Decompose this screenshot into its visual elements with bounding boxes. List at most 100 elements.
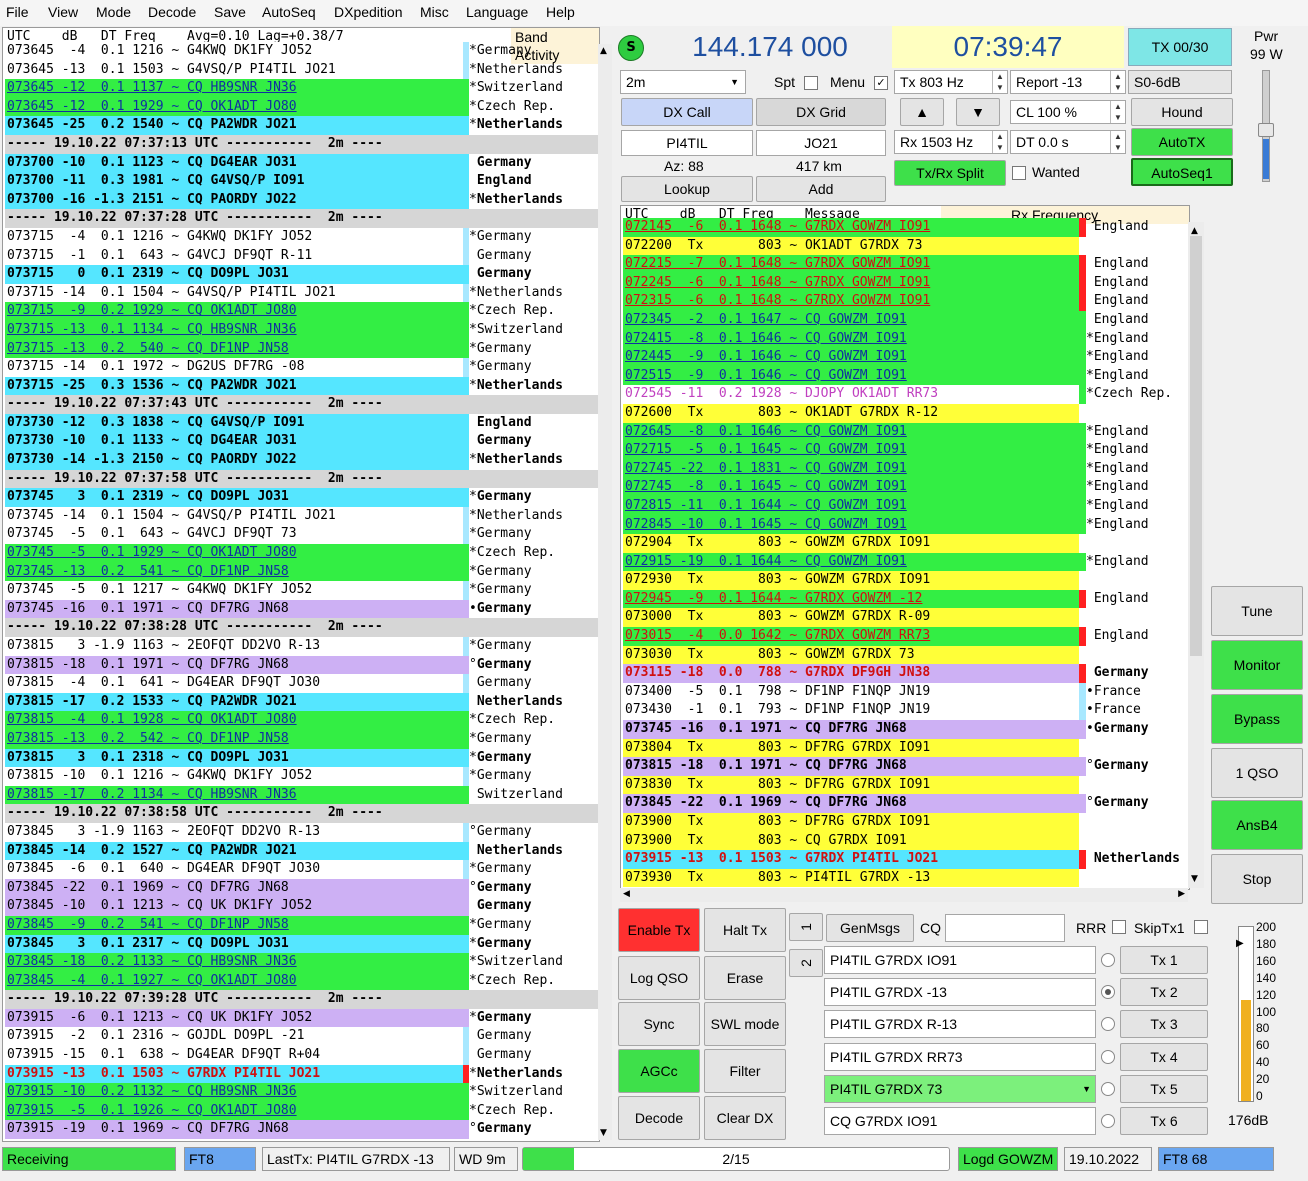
band-activity-row[interactable]: 073815 3 0.1 2318 ~ CQ DO9PL JO31 *German… — [5, 748, 599, 768]
band-activity-row[interactable]: 073730 -14 -1.3 2150 ~ CQ PAORDY JO22 *Ne… — [5, 451, 599, 470]
band-activity-row[interactable]: 073845 -10 0.1 1213 ~ CQ UK DK1FY JO52 G… — [5, 897, 599, 916]
band-activity-panel[interactable]: UTC dB DT Freq Avg=0.10 Lag=+0.38/7 Band… — [2, 27, 600, 1142]
rx-frequency-row[interactable]: 073115 -18 0.0 788 ~ G7RDX DF9GH JN38 Ge… — [623, 664, 1189, 683]
rx-frequency-row[interactable]: 072245 -6 0.1 1648 ~ G7RDX GOWZM IO91 En… — [623, 273, 1189, 293]
band-activity-row[interactable]: 073730 -10 0.1 1133 ~ CQ DG4EAR JO31 Ger… — [5, 432, 599, 452]
cq-field[interactable] — [945, 914, 1065, 942]
rx-frequency-panel[interactable]: UTC dB DT Freq Message Rx Frequency 0721… — [620, 205, 1190, 890]
stop-button[interactable]: Stop — [1211, 854, 1303, 904]
spin-icon[interactable]: ▲ ▼ — [992, 71, 1007, 93]
menu-save[interactable]: Save — [214, 4, 246, 20]
menu-misc[interactable]: Misc — [420, 4, 449, 20]
band-activity-row[interactable]: 073915 -15 0.1 638 ~ DG4EAR DF9QT R+04 G… — [5, 1046, 599, 1065]
rx-frequency-row[interactable]: 072904 Tx 803 ~ GOWZM G7RDX IO91 — [623, 534, 1189, 553]
band-activity-list[interactable]: 073645 -4 0.1 1216 ~ G4KWQ DK1FY JO52 *Ge… — [5, 42, 599, 1140]
band-activity-row[interactable]: 073815 -13 0.2 542 ~ CQ DF1NP JN58 *Germa… — [5, 729, 599, 749]
rx-frequency-row[interactable]: 072345 -2 0.1 1647 ~ CQ GOWZM IO91 Engla… — [623, 310, 1189, 330]
scroll-up-icon[interactable]: ▲ — [600, 46, 607, 56]
report-field[interactable]: Report -13 ▲ ▼ — [1010, 70, 1126, 94]
band-activity-row[interactable]: 073915 -10 0.2 1132 ~ CQ HB9SNR JN36 *Swi… — [5, 1083, 599, 1102]
rx-frequency-row[interactable]: 072215 -7 0.1 1648 ~ G7RDX GOWZM IO91 En… — [623, 255, 1189, 274]
tx-message-4-field[interactable]: PI4TIL G7RDX RR73 — [824, 1042, 1096, 1071]
tx-6-button[interactable]: Tx 6 — [1120, 1107, 1208, 1135]
rx-frequency-row[interactable]: 073900 Tx 803 ~ DF7RG G7RDX IO91 — [623, 813, 1189, 832]
rx-frequency-row[interactable]: 072930 Tx 803 ~ GOWZM G7RDX IO91 — [623, 571, 1189, 590]
rx-frequency-row[interactable]: 072200 Tx 803 ~ OK1ADT G7RDX 73 — [623, 236, 1189, 256]
band-activity-row[interactable]: 073845 -22 0.1 1969 ~ CQ DF7RG JN68 °Germ… — [5, 878, 599, 898]
tx-message-6-field[interactable]: CQ G7RDX IO91 — [824, 1107, 1096, 1135]
tab-2[interactable]: 2 — [789, 949, 823, 977]
tx-5-radio[interactable] — [1101, 1081, 1115, 1096]
band-activity-row[interactable]: 073815 -4 0.1 641 ~ DG4EAR DF9QT JO30 Ge… — [5, 674, 599, 693]
menu-language[interactable]: Language — [466, 4, 528, 20]
hound-button[interactable]: Hound — [1131, 98, 1233, 126]
rx-frequency-row[interactable]: 072315 -6 0.1 1648 ~ G7RDX GOWZM IO91 En… — [623, 292, 1189, 311]
freq-down-button[interactable]: ▼ — [956, 98, 1000, 126]
tx-frequency-field[interactable]: Tx 803 Hz ▲ ▼ — [894, 70, 1008, 94]
auto-tx-button[interactable]: AutoTX — [1131, 128, 1233, 156]
band-select[interactable]: 2m ▼ — [620, 70, 746, 94]
band-activity-row[interactable]: 073815 -17 0.2 1134 ~ CQ HB9SNR JN36 Swi… — [5, 785, 599, 805]
filter-button[interactable]: Filter — [704, 1049, 786, 1093]
tx-6-radio[interactable] — [1101, 1114, 1115, 1128]
band-activity-row[interactable]: 073645 -13 0.1 1503 ~ G4VSQ/P PI4TIL JO2… — [5, 60, 599, 80]
tx-1-radio[interactable] — [1101, 953, 1115, 967]
tx-message-2-field[interactable]: PI4TIL G7RDX -13 — [824, 978, 1096, 1007]
band-activity-row[interactable]: 073845 -18 0.2 1133 ~ CQ HB9SNR JN36 *Swi… — [5, 953, 599, 972]
spin-icon[interactable]: ▲ ▼ — [1110, 101, 1125, 123]
band-activity-row[interactable]: 073915 -6 0.1 1213 ~ CQ UK DK1FY JO52 *Ge… — [5, 1008, 599, 1028]
rx-frequency-row[interactable]: 072445 -9 0.1 1646 ~ CQ GOWZM IO91 *Engla… — [623, 348, 1189, 367]
rx-frequency-row[interactable]: 072845 -10 0.1 1645 ~ CQ GOWZM IO91 *Engl… — [623, 515, 1189, 535]
band-activity-row[interactable]: 073645 -12 0.1 1929 ~ CQ OK1ADT JO80 *Cze… — [5, 97, 599, 117]
rx-frequency-row[interactable]: 073015 -4 0.0 1642 ~ G7RDX GOWZM RR73 En… — [623, 627, 1189, 646]
rx-frequency-row[interactable]: 073400 -5 0.1 798 ~ DF1NP F1NQP JN19 •Fra… — [623, 682, 1189, 702]
rx-frequency-row[interactable]: 072145 -6 0.1 1648 ~ G7RDX GOWZM IO91 En… — [623, 218, 1189, 237]
band-activity-row[interactable]: 073745 -5 0.1 1217 ~ G4KWQ DK1FY JO52 *Ge… — [5, 581, 599, 600]
menu-dxpedition[interactable]: DXpedition — [334, 4, 403, 20]
tx-4-radio[interactable] — [1101, 1049, 1115, 1064]
rx-frequency-row[interactable]: 072515 -9 0.1 1646 ~ CQ GOWZM IO91 *Engla… — [623, 366, 1189, 386]
band-activity-row[interactable]: 073715 -4 0.1 1216 ~ G4KWQ DK1FY JO52 *Ge… — [5, 227, 599, 247]
menu-checkbox[interactable]: ✓ — [874, 76, 888, 90]
tx-message-1-field[interactable]: PI4TIL G7RDX IO91 — [824, 946, 1096, 974]
band-activity-row[interactable]: 073915 -13 0.1 1503 ~ G7RDX PI4TIL JO21 *… — [5, 1064, 599, 1084]
rx-frequency-row[interactable]: 072645 -8 0.1 1646 ~ CQ GOWZM IO91 *Engla… — [623, 422, 1189, 442]
dt-field[interactable]: DT 0.0 s ▲ ▼ — [1010, 130, 1126, 154]
halt-tx-button[interactable]: Halt Tx — [704, 908, 786, 952]
menu-view[interactable]: View — [48, 4, 78, 20]
band-activity-row[interactable]: 073915 -2 0.1 2316 ~ GOJDL DO9PL -21 Ger… — [5, 1027, 599, 1047]
sync-button[interactable]: Sync — [618, 1002, 700, 1046]
tx-3-button[interactable]: Tx 3 — [1120, 1010, 1208, 1039]
rx-frequency-row[interactable]: 073930 Tx 803 ~ PI4TIL G7RDX -13 — [623, 868, 1189, 888]
menu-file[interactable]: File — [6, 4, 29, 20]
rx-frequency-row[interactable]: 073745 -16 0.1 1971 ~ CQ DF7RG JN68 •Germ… — [623, 720, 1189, 739]
band-activity-row[interactable]: 073745 -5 0.1 1929 ~ CQ OK1ADT JO80 *Czec… — [5, 544, 599, 563]
erase-button[interactable]: Erase — [704, 956, 786, 1000]
gen-msgs-button[interactable]: GenMsgs — [826, 914, 914, 942]
band-activity-row[interactable]: 073715 -9 0.2 1929 ~ CQ OK1ADT JO80 *Czec… — [5, 302, 599, 321]
band-activity-row[interactable]: 073815 -17 0.2 1533 ~ CQ PA2WDR JO21 Net… — [5, 692, 599, 712]
power-slider[interactable] — [1258, 70, 1274, 182]
wanted-checkbox[interactable] — [1012, 166, 1026, 180]
swl-mode-button[interactable]: SWL mode — [704, 1002, 786, 1046]
menu-autoseq[interactable]: AutoSeq — [262, 4, 316, 20]
rx-frequency-row[interactable]: 073915 -13 0.1 1503 ~ G7RDX PI4TIL JO21 … — [623, 850, 1189, 869]
band-activity-row[interactable]: 073845 -14 0.2 1527 ~ CQ PA2WDR JO21 Net… — [5, 841, 599, 861]
band-activity-row[interactable]: 073715 -13 0.1 1134 ~ CQ HB9SNR JN36 *Swi… — [5, 320, 599, 340]
rx-frequency-list[interactable]: 072145 -6 0.1 1648 ~ G7RDX GOWZM IO91 En… — [623, 218, 1189, 888]
tx-2-button[interactable]: Tx 2 — [1120, 978, 1208, 1007]
decode-button[interactable]: Decode — [618, 1096, 700, 1140]
menu-help[interactable]: Help — [546, 4, 575, 20]
add-button[interactable]: Add — [756, 176, 886, 202]
rx-frequency-field[interactable]: Rx 1503 Hz ▲ ▼ — [894, 130, 1008, 154]
band-activity-row[interactable]: 073715 -14 0.1 1972 ~ DG2US DF7RG -08 *Ge… — [5, 358, 599, 377]
tx-2-radio[interactable] — [1101, 985, 1115, 1000]
lookup-button[interactable]: Lookup — [621, 176, 753, 202]
rx-frequency-row[interactable]: 072415 -8 0.1 1646 ~ CQ GOWZM IO91 *Engla… — [623, 329, 1189, 349]
band-activity-row[interactable]: 073745 3 0.1 2319 ~ CQ DO9PL JO31 *German… — [5, 488, 599, 507]
menu-mode[interactable]: Mode — [96, 4, 131, 20]
scroll-left-icon[interactable]: ◀ — [623, 889, 630, 899]
scroll-down-icon[interactable]: ▼ — [600, 1128, 607, 1138]
spt-checkbox[interactable] — [804, 76, 818, 90]
log-qso-button[interactable]: Log QSO — [618, 956, 700, 1000]
